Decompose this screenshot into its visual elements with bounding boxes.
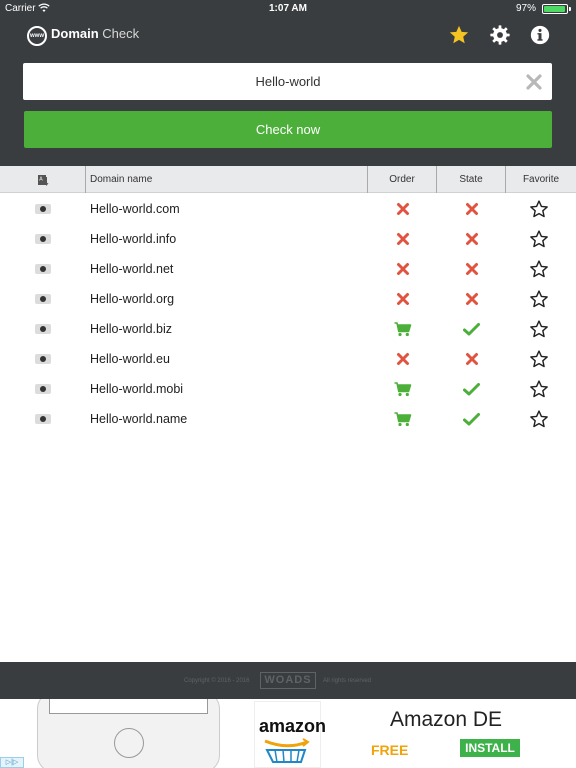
copyright-text: Copyright © 2016 - 2016: [184, 678, 250, 684]
unavailable-x-icon: [368, 194, 437, 224]
globe-icon: [35, 264, 51, 274]
favorite-star-icon[interactable]: [506, 404, 572, 434]
column-order[interactable]: Order: [368, 166, 437, 193]
brand-logo: WOADS: [260, 672, 316, 689]
app-header: www Domain Check Check now: [0, 18, 576, 166]
cart-icon[interactable]: [368, 404, 437, 434]
domain-name: Hello-world.info: [90, 232, 177, 246]
globe-icon: [35, 384, 51, 394]
www-globe-icon: www: [27, 26, 47, 46]
favorites-star-icon[interactable]: [446, 22, 472, 48]
app-title: Domain Check: [51, 26, 140, 41]
taken-x-icon: [437, 254, 506, 284]
settings-gear-icon[interactable]: [487, 22, 513, 48]
unavailable-x-icon: [368, 284, 437, 314]
domain-name: Hello-world.com: [90, 202, 180, 216]
globe-icon: [35, 354, 51, 364]
table-row[interactable]: Hello-world.name: [0, 404, 576, 434]
unavailable-x-icon: [368, 224, 437, 254]
domain-name: Hello-world.biz: [90, 322, 172, 336]
ad-title: Amazon DE: [390, 708, 503, 731]
unavailable-x-icon: [368, 254, 437, 284]
ad-banner[interactable]: ▷|▷ amazon Amazon DE FREE INSTALL: [0, 699, 576, 768]
globe-icon: [35, 324, 51, 334]
results-list: Hello-world.com Hello-world.info Hello-wor…: [0, 194, 576, 434]
svg-text:A: A: [39, 176, 43, 182]
domain-name: Hello-world.net: [90, 262, 174, 276]
results-table-header: A Domain name Order State Favorite: [0, 166, 576, 193]
amazon-logo-text: amazon: [259, 716, 327, 736]
favorite-star-icon[interactable]: [506, 374, 572, 404]
battery-percent: 97%: [515, 3, 536, 14]
adchoices-icon[interactable]: ▷|▷: [0, 757, 24, 768]
ad-price: FREE: [371, 742, 409, 758]
table-row[interactable]: Hello-world.biz: [0, 314, 576, 344]
sort-az-icon[interactable]: A: [0, 166, 86, 193]
table-row[interactable]: Hello-world.mobi: [0, 374, 576, 404]
globe-icon: [35, 414, 51, 424]
app-footer: Copyright © 2016 - 2016 WOADS All rights…: [0, 662, 576, 699]
taken-x-icon: [437, 344, 506, 374]
domain-name: Hello-world.name: [90, 412, 188, 426]
check-now-button[interactable]: Check now: [24, 111, 552, 148]
table-row[interactable]: Hello-world.info: [0, 224, 576, 254]
battery-icon: [542, 4, 568, 14]
favorite-star-icon[interactable]: [506, 254, 572, 284]
status-bar: Carrier 1:07 AM 97%: [0, 0, 576, 18]
domain-name: Hello-world.eu: [90, 352, 170, 366]
table-row[interactable]: Hello-world.org: [0, 284, 576, 314]
rights-text: All rights reserved: [323, 678, 372, 684]
cart-icon[interactable]: [368, 314, 437, 344]
amazon-app-logo: amazon: [254, 701, 326, 768]
globe-icon: [35, 234, 51, 244]
favorite-star-icon[interactable]: [506, 344, 572, 374]
domain-name: Hello-world.org: [90, 292, 175, 306]
phone-illustration: [37, 699, 220, 768]
info-icon[interactable]: [527, 22, 553, 48]
checkmark-icon: [437, 314, 506, 344]
cart-icon[interactable]: [368, 374, 437, 404]
taken-x-icon: [437, 284, 506, 314]
favorite-star-icon[interactable]: [506, 224, 572, 254]
unavailable-x-icon: [368, 344, 437, 374]
checkmark-icon: [437, 374, 506, 404]
column-favorite[interactable]: Favorite: [506, 166, 576, 193]
favorite-star-icon[interactable]: [506, 314, 572, 344]
taken-x-icon: [437, 194, 506, 224]
domain-search-input[interactable]: [23, 63, 513, 100]
taken-x-icon: [437, 224, 506, 254]
table-row[interactable]: Hello-world.net: [0, 254, 576, 284]
domain-name: Hello-world.mobi: [90, 382, 184, 396]
table-row[interactable]: Hello-world.eu: [0, 344, 576, 374]
globe-icon: [35, 294, 51, 304]
favorite-star-icon[interactable]: [506, 194, 572, 224]
clock: 1:07 AM: [269, 3, 307, 14]
search-box: [23, 63, 552, 100]
globe-icon: [35, 204, 51, 214]
favorite-star-icon[interactable]: [506, 284, 572, 314]
column-domain-name[interactable]: Domain name: [86, 166, 368, 193]
install-button[interactable]: INSTALL: [460, 739, 520, 757]
clear-icon[interactable]: [526, 74, 542, 90]
checkmark-icon: [437, 404, 506, 434]
table-row[interactable]: Hello-world.com: [0, 194, 576, 224]
column-state[interactable]: State: [437, 166, 506, 193]
